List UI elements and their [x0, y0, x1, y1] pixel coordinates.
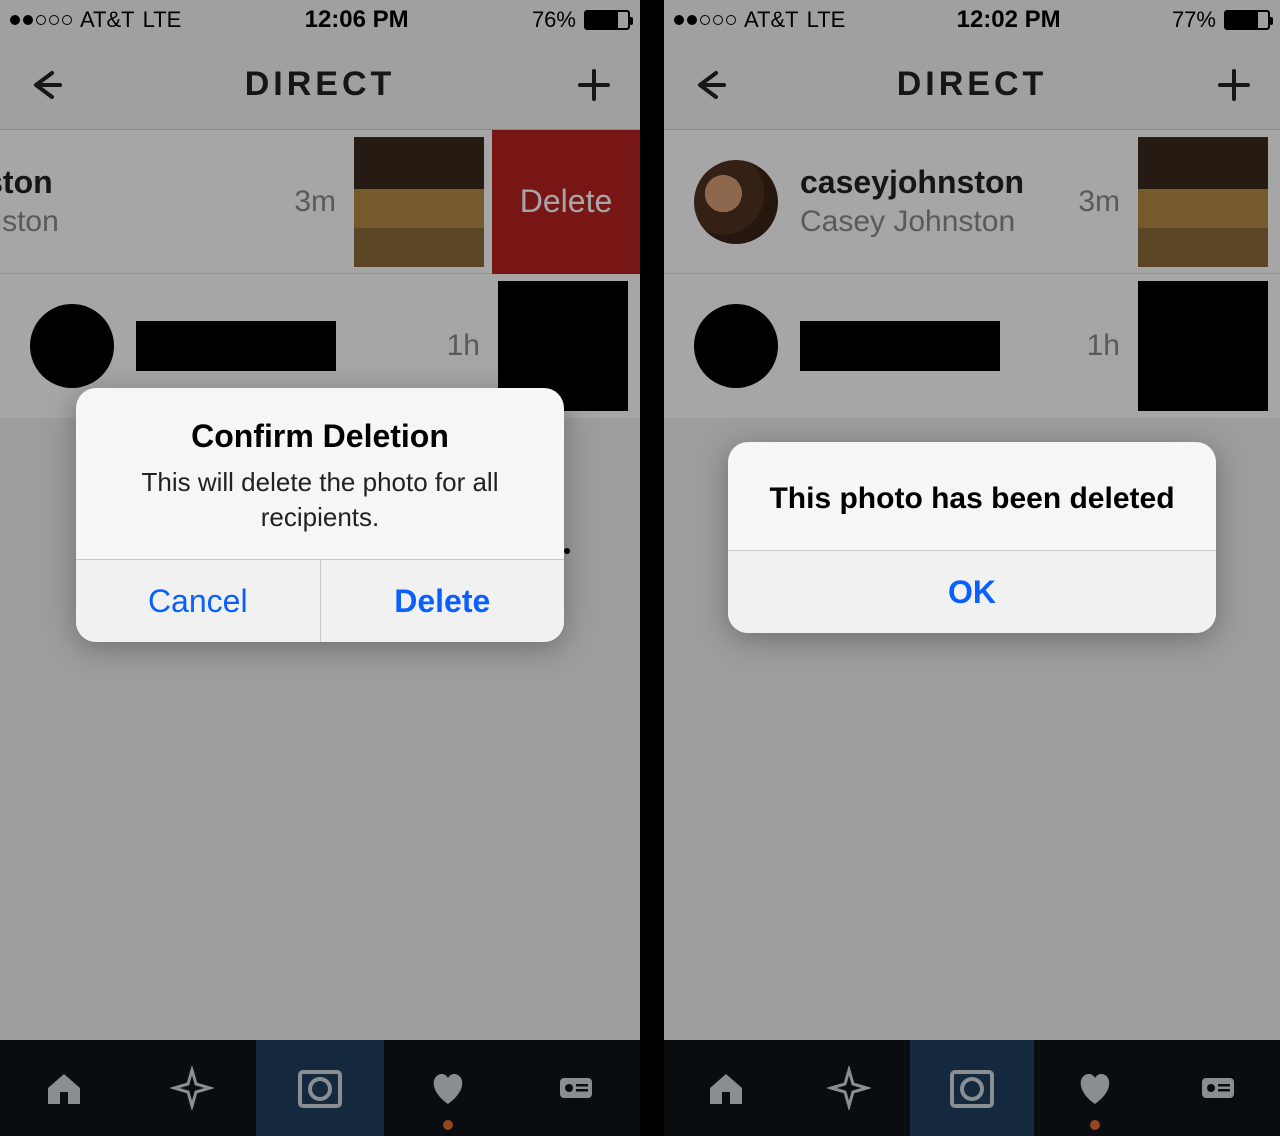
screenshot-divider — [640, 0, 664, 1136]
ok-button[interactable]: OK — [728, 551, 1216, 633]
dialog-body: This will delete the photo for all recip… — [104, 465, 536, 535]
indicator-dot-icon — [564, 548, 570, 554]
status-clock: 12:06 PM — [305, 6, 409, 34]
compose-plus-icon[interactable] — [572, 63, 616, 107]
delete-swipe-label: Delete — [520, 183, 613, 220]
timestamp-label: 3m — [294, 185, 336, 219]
status-bar: AT&T LTE 12:02 PM 77% — [664, 0, 1280, 40]
tab-bar — [664, 1040, 1280, 1136]
dialog-message: This photo has been deleted — [728, 442, 1216, 550]
timestamp-label: 3m — [1078, 185, 1120, 219]
avatar[interactable] — [694, 160, 778, 244]
tab-bar — [0, 1040, 640, 1136]
battery-percent: 76% — [532, 7, 576, 33]
direct-row[interactable]: caseyjohnston Casey Johnston 3m — [664, 130, 1280, 274]
message-thumbnail[interactable] — [1138, 137, 1268, 267]
signal-dots-icon — [10, 15, 72, 25]
battery-icon — [1224, 10, 1270, 30]
status-clock: 12:02 PM — [957, 6, 1061, 34]
dialog-title: Confirm Deletion — [104, 418, 536, 455]
deleted-dialog: This photo has been deleted OK — [728, 442, 1216, 633]
direct-list: eyjohnston sey Johnston 3m Delete 1h — [0, 130, 640, 418]
delete-confirm-button[interactable]: Delete — [320, 560, 565, 642]
tab-home[interactable] — [664, 1040, 787, 1136]
page-title: DIRECT — [245, 65, 396, 104]
avatar[interactable] — [30, 304, 114, 388]
network-label: LTE — [807, 7, 846, 33]
timestamp-label: 1h — [1087, 329, 1120, 363]
battery-icon — [584, 10, 630, 30]
phone-right: AT&T LTE 12:02 PM 77% DIRECT caseyjohnst… — [664, 0, 1280, 1136]
delete-swipe-button[interactable]: Delete — [492, 130, 640, 274]
tab-camera[interactable] — [256, 1040, 384, 1136]
tab-profile[interactable] — [512, 1040, 640, 1136]
cancel-button[interactable]: Cancel — [76, 560, 320, 642]
tab-camera[interactable] — [910, 1040, 1033, 1136]
page-title: DIRECT — [897, 65, 1048, 104]
direct-list: caseyjohnston Casey Johnston 3m 1h — [664, 130, 1280, 418]
avatar[interactable] — [694, 304, 778, 388]
timestamp-label: 1h — [447, 329, 480, 363]
nav-header: DIRECT — [0, 40, 640, 130]
message-thumbnail[interactable] — [354, 137, 484, 267]
phone-left: AT&T LTE 12:06 PM 76% DIRECT eyjohnston — [0, 0, 640, 1136]
direct-row[interactable]: 1h — [664, 274, 1280, 418]
direct-row[interactable]: eyjohnston sey Johnston 3m Delete — [0, 130, 640, 274]
username-label: caseyjohnston — [800, 164, 1060, 201]
nav-header: DIRECT — [664, 40, 1280, 130]
message-thumbnail[interactable] — [1138, 281, 1268, 411]
carrier-label: AT&T — [744, 7, 799, 33]
battery-percent: 77% — [1172, 7, 1216, 33]
signal-dots-icon — [674, 15, 736, 25]
redacted-name — [800, 321, 1000, 371]
notification-dot-icon — [1090, 1120, 1100, 1130]
notification-dot-icon — [443, 1120, 453, 1130]
realname-label: Casey Johnston — [800, 205, 1060, 239]
tab-explore[interactable] — [787, 1040, 910, 1136]
network-label: LTE — [143, 7, 182, 33]
tab-explore[interactable] — [128, 1040, 256, 1136]
back-arrow-icon[interactable] — [24, 63, 68, 107]
realname-label: sey Johnston — [0, 205, 276, 239]
tab-profile[interactable] — [1157, 1040, 1280, 1136]
username-label: eyjohnston — [0, 164, 276, 201]
carrier-label: AT&T — [80, 7, 135, 33]
back-arrow-icon[interactable] — [688, 63, 732, 107]
redacted-name — [136, 321, 336, 371]
tab-activity[interactable] — [384, 1040, 512, 1136]
confirm-deletion-dialog: Confirm Deletion This will delete the ph… — [76, 388, 564, 642]
tab-home[interactable] — [0, 1040, 128, 1136]
status-bar: AT&T LTE 12:06 PM 76% — [0, 0, 640, 40]
compose-plus-icon[interactable] — [1212, 63, 1256, 107]
tab-activity[interactable] — [1034, 1040, 1157, 1136]
